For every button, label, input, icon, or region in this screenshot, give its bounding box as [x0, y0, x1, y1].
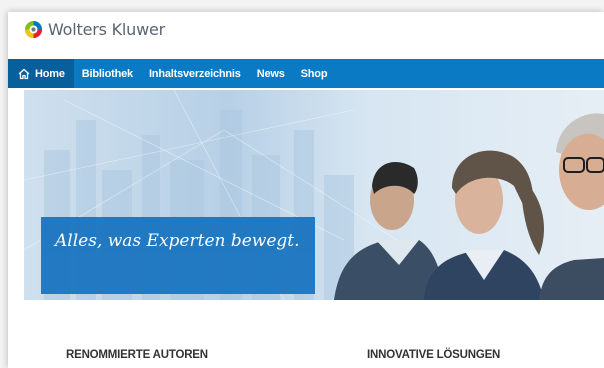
nav-item-label: Bibliothek [81, 67, 133, 80]
nav-item-label: News [256, 67, 285, 80]
hero-banner: Alles, was Experten bewegt. [24, 90, 604, 300]
person-right [539, 113, 604, 300]
nav-item-inhaltsverzeichnis[interactable]: Inhaltsverzeichnis [141, 59, 249, 88]
home-icon [18, 68, 30, 79]
nav-item-shop[interactable]: Shop [293, 59, 336, 88]
nav-item-bibliothek[interactable]: Bibliothek [74, 59, 141, 88]
hero-tagline: Alles, was Experten bewegt. [55, 231, 300, 251]
section-heading-solutions: INNOVATIVE LÖSUNGEN [367, 349, 501, 361]
nav-item-label: Shop [300, 67, 328, 80]
page: Wolters Kluwer Home Bibliothek Inhaltsve… [8, 12, 604, 368]
wolters-kluwer-logo-icon [24, 20, 43, 39]
nav-item-home[interactable]: Home [8, 59, 74, 88]
person-middle [424, 150, 544, 300]
nav-item-news[interactable]: News [249, 59, 293, 88]
brand-logo[interactable]: Wolters Kluwer [24, 20, 165, 39]
section-heading-authors: RENOMMIERTE AUTOREN [66, 349, 208, 361]
nav-item-label: Home [35, 67, 65, 80]
main-navigation: Home Bibliothek Inhaltsverzeichnis News … [8, 59, 604, 88]
brand-name: Wolters Kluwer [48, 20, 166, 39]
nav-item-label: Inhaltsverzeichnis [148, 67, 241, 80]
hero-tagline-box: Alles, was Experten bewegt. [41, 217, 315, 294]
site-header: Wolters Kluwer [8, 12, 604, 59]
